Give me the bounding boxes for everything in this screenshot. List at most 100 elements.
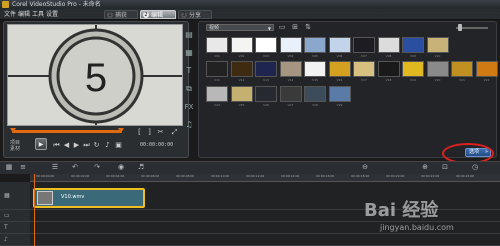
thumbnail-label: V29 — [336, 103, 343, 107]
library-thumbnail[interactable] — [377, 37, 400, 53]
countdown-number: 5 — [85, 56, 107, 100]
thumbnail-label: V16 — [336, 78, 343, 82]
graphic-icon[interactable]: ♫ — [183, 120, 195, 130]
record-capture-icon[interactable]: ◉ — [116, 163, 126, 172]
ruler-tick-label: 00:00:20:00 — [386, 174, 405, 178]
library-thumbnail[interactable] — [255, 61, 277, 77]
track-manager-icon[interactable]: ☰ — [50, 163, 60, 172]
library-thumbnail[interactable] — [206, 61, 228, 77]
tab-label: 分享 — [189, 12, 202, 19]
scrub-bar[interactable] — [12, 130, 122, 133]
library-thumbnail[interactable] — [328, 86, 351, 102]
menu-bar: 文件 编辑 工具 设置 — [0, 9, 500, 20]
sort-icon[interactable]: ⇅ — [304, 23, 312, 31]
media-icon[interactable]: ▤ — [183, 30, 195, 40]
thumbnail-label: V27 — [287, 103, 294, 107]
trim-end-marker[interactable] — [118, 128, 124, 133]
undo-icon[interactable]: ↶ — [70, 163, 80, 172]
ruler-tick-label: 00:00:06:00 — [141, 174, 160, 178]
volume-icon[interactable]: ♪ — [103, 141, 112, 149]
timeline-view-icon[interactable]: ≡ — [18, 163, 28, 172]
import-folder-icon[interactable]: ▭ — [278, 23, 286, 31]
library-thumbnail[interactable] — [279, 61, 302, 77]
library-thumbnail[interactable] — [353, 37, 375, 53]
title-icon[interactable]: T — [183, 66, 195, 76]
thumbnail-label: V24 — [214, 103, 220, 107]
voice-track[interactable] — [30, 234, 500, 246]
zoom-in-icon[interactable]: ⊕ — [420, 163, 430, 172]
timecode-display[interactable]: 00:00:00:00 — [140, 142, 173, 148]
zoom-out-icon[interactable]: ⊖ — [360, 163, 370, 172]
thumbnail-label: V09 — [410, 54, 416, 58]
library-thumbnail[interactable] — [304, 61, 326, 77]
voice-track-icon[interactable]: ♪ — [4, 236, 8, 243]
library-thumbnail[interactable] — [328, 37, 351, 53]
filter-fx-icon[interactable]: FX — [183, 102, 195, 112]
fit-project-icon[interactable]: ⊡ — [440, 163, 450, 172]
mark-out-icon[interactable]: ] — [145, 128, 154, 136]
library-thumbnail[interactable] — [255, 37, 277, 53]
enlarge-icon[interactable]: ⤢ — [170, 128, 179, 136]
ruler-tick-label: 00:00:04:00 — [106, 174, 125, 178]
ruler-tick-label: 00:00:22:00 — [421, 174, 440, 178]
repeat-icon[interactable]: ↻ — [92, 141, 101, 149]
library-thumbnail[interactable] — [377, 61, 400, 77]
camera-icon[interactable]: ▣ — [114, 141, 123, 149]
prev-frame-icon[interactable]: ◀ — [62, 141, 71, 149]
library-thumbnail[interactable] — [230, 37, 253, 53]
mode-clip-label[interactable]: 素材 — [10, 145, 20, 152]
transition-icon[interactable]: ⧉ — [183, 84, 195, 94]
library-thumbnail[interactable] — [304, 37, 326, 53]
video-track-icon[interactable]: ▦ — [4, 192, 10, 199]
library-thumbnail[interactable] — [402, 61, 424, 77]
end-icon[interactable]: ⏭ — [82, 141, 91, 149]
library-thumbnail[interactable] — [426, 37, 449, 53]
library-thumbnail[interactable] — [402, 37, 424, 53]
thumbnail-label: V03 — [263, 54, 269, 58]
tab-edit[interactable]: 2 编辑 — [140, 10, 176, 19]
library-thumbnail[interactable] — [206, 37, 228, 53]
add-media-icon[interactable]: ⊞ — [291, 23, 299, 31]
tab-capture[interactable]: 1 捕获 — [104, 10, 138, 19]
title-track-icon[interactable]: T — [4, 224, 8, 231]
library-thumbnail[interactable] — [206, 86, 228, 102]
library-thumbnail[interactable] — [255, 86, 277, 102]
redo-icon[interactable]: ↷ — [92, 163, 102, 172]
library-thumbnail[interactable] — [353, 61, 375, 77]
trim-start-marker[interactable] — [10, 128, 16, 133]
auto-music-icon[interactable]: ♬ — [136, 163, 146, 172]
menu-tools[interactable]: 工具 — [32, 9, 44, 20]
ruler-tick-label: 00:00:12:00 — [246, 174, 265, 178]
instant-project-icon[interactable]: ▦ — [183, 48, 195, 58]
library-thumbnail[interactable] — [451, 61, 473, 77]
library-thumbnail[interactable] — [328, 61, 351, 77]
app-logo-icon — [2, 1, 9, 8]
playhead[interactable] — [34, 174, 35, 246]
timeline-timecode-icon[interactable]: ◷ — [470, 163, 480, 172]
storyboard-view-icon[interactable]: ▦ — [4, 163, 14, 172]
library-thumbnail[interactable] — [475, 61, 498, 77]
library-thumbnail[interactable] — [279, 86, 302, 102]
menu-settings[interactable]: 设置 — [46, 9, 58, 20]
next-frame-icon[interactable]: ▶ — [72, 141, 81, 149]
thumbnail-label: V26 — [263, 103, 269, 107]
ruler-tick-label: 00:00:14:00 — [281, 174, 300, 178]
library-thumbnail[interactable] — [426, 61, 449, 77]
home-icon[interactable]: ⏮ — [52, 141, 61, 149]
menu-edit[interactable]: 编辑 — [18, 9, 30, 20]
library-thumbnail[interactable] — [230, 86, 253, 102]
video-clip[interactable]: V10.wmv — [33, 188, 145, 208]
thumbnail-label: V13 — [263, 78, 269, 82]
mark-in-icon[interactable]: [ — [135, 128, 144, 136]
library-thumbnail[interactable] — [304, 86, 326, 102]
slider-thumb[interactable] — [458, 24, 462, 31]
category-select[interactable]: 视频 ▼ — [206, 24, 274, 31]
overlay-track-icon[interactable]: ▭ — [4, 212, 10, 219]
library-thumbnail[interactable] — [230, 61, 253, 77]
play-button[interactable]: ▶ — [35, 138, 47, 150]
tab-share[interactable]: 3 分享 — [178, 10, 212, 19]
library-thumbnail[interactable] — [279, 37, 302, 53]
thumbnail-label: V25 — [238, 103, 245, 107]
menu-file[interactable]: 文件 — [4, 9, 16, 20]
split-icon[interactable]: ✂ — [156, 128, 165, 136]
